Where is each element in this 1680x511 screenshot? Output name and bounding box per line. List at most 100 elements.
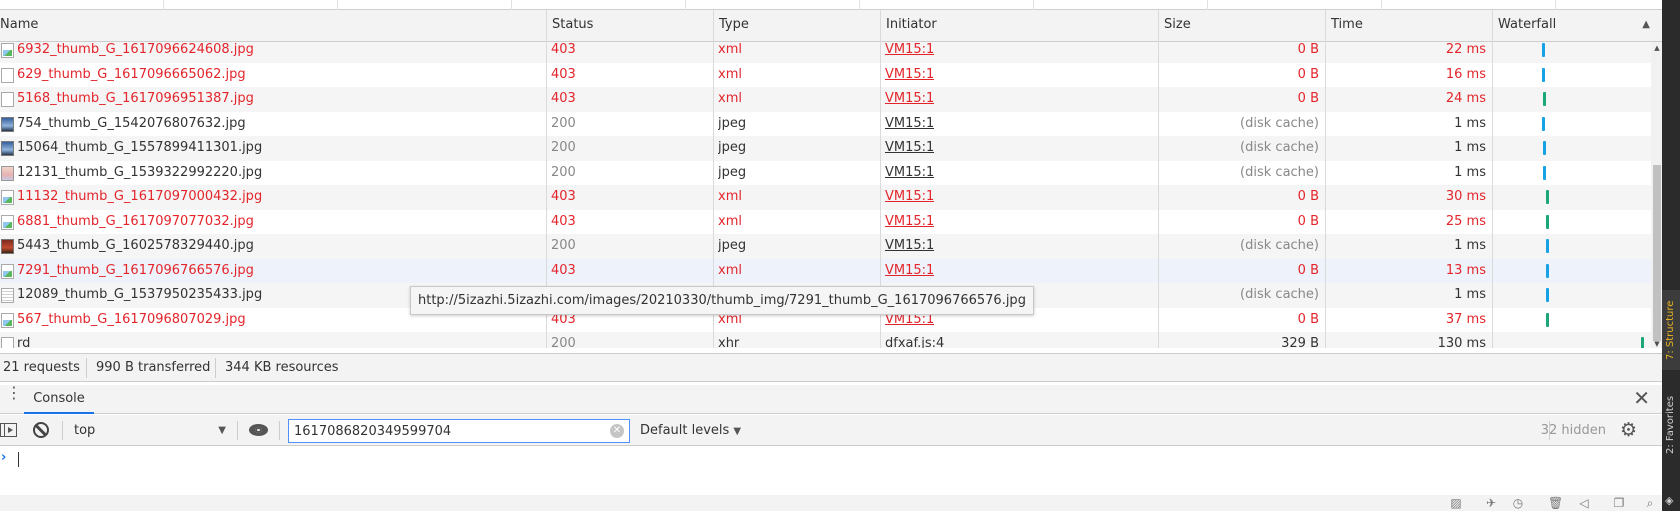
waterfall-bar <box>1546 214 1549 229</box>
image-placeholder-icon <box>1 214 14 230</box>
column-header-waterfall[interactable]: Waterfall ▲ <box>1492 10 1662 42</box>
request-initiator-link[interactable]: VM15:1 <box>885 63 934 88</box>
request-status: 200 <box>551 140 576 155</box>
timer-icon[interactable]: ◷ <box>1511 496 1525 510</box>
request-time: 1 ms <box>1454 140 1486 155</box>
clear-console-icon[interactable] <box>33 422 49 438</box>
blank-file-icon <box>1 337 14 348</box>
console-prompt-icon: › <box>1 450 7 465</box>
column-header-time[interactable]: Time <box>1325 10 1492 42</box>
image-thumb-icon <box>1 116 14 132</box>
waterfall-bar <box>1640 337 1644 348</box>
waterfall-bar <box>1546 312 1549 327</box>
log-levels-dropdown[interactable]: Default levels ▼ <box>640 419 741 442</box>
request-initiator-link[interactable]: VM15:1 <box>885 185 934 210</box>
column-header-initiator[interactable]: Initiator <box>880 10 1158 42</box>
request-size: (disk cache) <box>1240 115 1319 131</box>
structure-tool-tab[interactable]: 7: Structure <box>1662 290 1680 370</box>
request-size: 0 B <box>1297 262 1319 278</box>
request-initiator-link[interactable]: VM15:1 <box>885 42 934 63</box>
layers-icon[interactable]: ◈ <box>1665 494 1673 507</box>
table-row[interactable]: 5168_thumb_G_1617096951387.jpg 403 xml VM15… <box>0 87 1651 112</box>
request-time: 1 ms <box>1454 164 1486 180</box>
request-type: xml <box>718 42 742 57</box>
rocket-icon[interactable]: ✈ <box>1484 496 1498 510</box>
request-initiator-link[interactable]: VM15:1 <box>885 259 934 284</box>
request-time: 13 ms <box>1445 262 1486 278</box>
scroll-down-arrow-icon[interactable]: ▼ <box>1652 340 1662 348</box>
context-selector[interactable]: top ▼ <box>74 419 234 442</box>
live-expression-eye-icon[interactable] <box>249 424 268 436</box>
request-type: jpeg <box>718 164 747 180</box>
dropdown-arrow-icon: ▼ <box>218 425 226 436</box>
column-header-status[interactable]: Status <box>546 10 713 42</box>
table-row[interactable]: 15064_thumb_G_1557899411301.jpg 200 jpeg VM… <box>0 136 1651 161</box>
console-settings-gear-icon[interactable]: ⚙ <box>1619 421 1638 440</box>
table-row[interactable]: 11132_thumb_G_1617097000432.jpg 403 xml VM1… <box>0 185 1651 210</box>
request-time: 37 ms <box>1445 311 1486 327</box>
table-row[interactable]: 629_thumb_G_1617096665062.jpg 403 xml VM15:… <box>0 62 1651 88</box>
window-icon[interactable]: ❐ <box>1612 496 1626 510</box>
clear-filter-icon[interactable]: ✕ <box>610 424 624 438</box>
image-icon[interactable]: ▨ <box>1449 496 1463 510</box>
table-row[interactable]: rd 200 xhr dfxaf.js:4 329 B 130 ms <box>0 332 1651 348</box>
request-size: 0 B <box>1297 42 1319 57</box>
request-initiator-link[interactable]: VM15:1 <box>885 161 934 186</box>
sort-ascending-icon[interactable]: ▲ <box>1642 10 1650 40</box>
log-levels-label: Default levels <box>640 423 730 438</box>
more-tabs-kebab-icon[interactable]: ⋮ <box>6 385 22 408</box>
request-initiator-link[interactable]: VM15:1 <box>885 234 934 259</box>
drawer-tab-bar: ⋮ Console ✕ <box>0 385 1662 414</box>
tab-console[interactable]: Console <box>24 385 94 414</box>
request-name[interactable]: 12131_thumb_G_1539322992220.jpg <box>17 161 542 186</box>
table-row[interactable]: 754_thumb_G_1542076807632.jpg 200 jpeg VM15… <box>0 111 1651 137</box>
search-icon[interactable]: ⌕ <box>1643 496 1657 510</box>
trash-icon[interactable]: 🗑 <box>1548 496 1563 510</box>
table-row[interactable]: 6932_thumb_G_1617096624608.jpg 403 xml VM15… <box>0 42 1651 63</box>
column-header-type[interactable]: Type <box>713 10 880 42</box>
request-type: xml <box>718 91 742 106</box>
request-initiator-link[interactable]: VM15:1 <box>885 210 934 235</box>
console-filter-input[interactable] <box>288 419 630 443</box>
table-scrollbar[interactable]: ▲ ▼ <box>1651 42 1662 348</box>
request-status: 403 <box>551 189 576 204</box>
request-name[interactable]: rd <box>17 332 542 348</box>
waterfall-bar <box>1541 116 1545 131</box>
request-initiator-link[interactable]: VM15:1 <box>885 87 934 112</box>
request-initiator-link[interactable]: VM15:1 <box>885 112 934 137</box>
table-row[interactable]: 7291_thumb_G_1617096766576.jpg 403 xml VM15… <box>0 258 1651 284</box>
request-name[interactable]: 6881_thumb_G_1617097077032.jpg <box>17 210 542 235</box>
show-sidebar-icon[interactable] <box>0 423 17 437</box>
request-time: 24 ms <box>1445 91 1486 106</box>
column-header-name[interactable]: Name <box>0 10 546 42</box>
speaker-icon[interactable]: ◁ <box>1577 496 1591 510</box>
table-row[interactable]: 5443_thumb_G_1602578329440.jpg 200 jpeg VM1… <box>0 234 1651 259</box>
scroll-up-arrow-icon[interactable]: ▲ <box>1652 44 1662 52</box>
favorites-tool-tab[interactable]: 2: Favorites <box>1662 385 1680 465</box>
request-initiator-link[interactable]: VM15:1 <box>885 136 934 161</box>
request-name[interactable]: 629_thumb_G_1617096665062.jpg <box>17 63 542 88</box>
request-status: 403 <box>551 262 576 278</box>
image-placeholder-icon <box>1 190 14 205</box>
table-row[interactable]: 12131_thumb_G_1539322992220.jpg 200 jpeg VM… <box>0 160 1651 186</box>
request-initiator-link[interactable]: dfxaf.js:4 <box>885 332 944 348</box>
devtools-panel: Name Status Type Initiator Size Time Wat… <box>0 0 1662 511</box>
request-status: 403 <box>551 42 576 57</box>
request-size: 0 B <box>1297 91 1319 106</box>
column-header-size[interactable]: Size <box>1158 10 1325 42</box>
request-name[interactable]: 754_thumb_G_1542076807632.jpg <box>17 112 542 137</box>
request-name[interactable]: 6932_thumb_G_1617096624608.jpg <box>17 42 542 63</box>
summary-divider <box>215 358 216 378</box>
scrollbar-thumb[interactable] <box>1653 165 1661 341</box>
request-name[interactable]: 7291_thumb_G_1617096766576.jpg <box>17 259 542 284</box>
request-size: 0 B <box>1297 189 1319 204</box>
request-name[interactable]: 5168_thumb_G_1617096951387.jpg <box>17 87 542 112</box>
request-name[interactable]: 15064_thumb_G_1557899411301.jpg <box>17 136 542 161</box>
request-time: 30 ms <box>1445 189 1486 204</box>
close-drawer-icon[interactable]: ✕ <box>1633 388 1650 408</box>
console-input-area[interactable]: › <box>0 447 1662 495</box>
request-type: xml <box>718 66 742 82</box>
request-name[interactable]: 11132_thumb_G_1617097000432.jpg <box>17 185 542 210</box>
table-row[interactable]: 6881_thumb_G_1617097077032.jpg 403 xml VM15… <box>0 209 1651 235</box>
request-name[interactable]: 5443_thumb_G_1602578329440.jpg <box>17 234 542 259</box>
